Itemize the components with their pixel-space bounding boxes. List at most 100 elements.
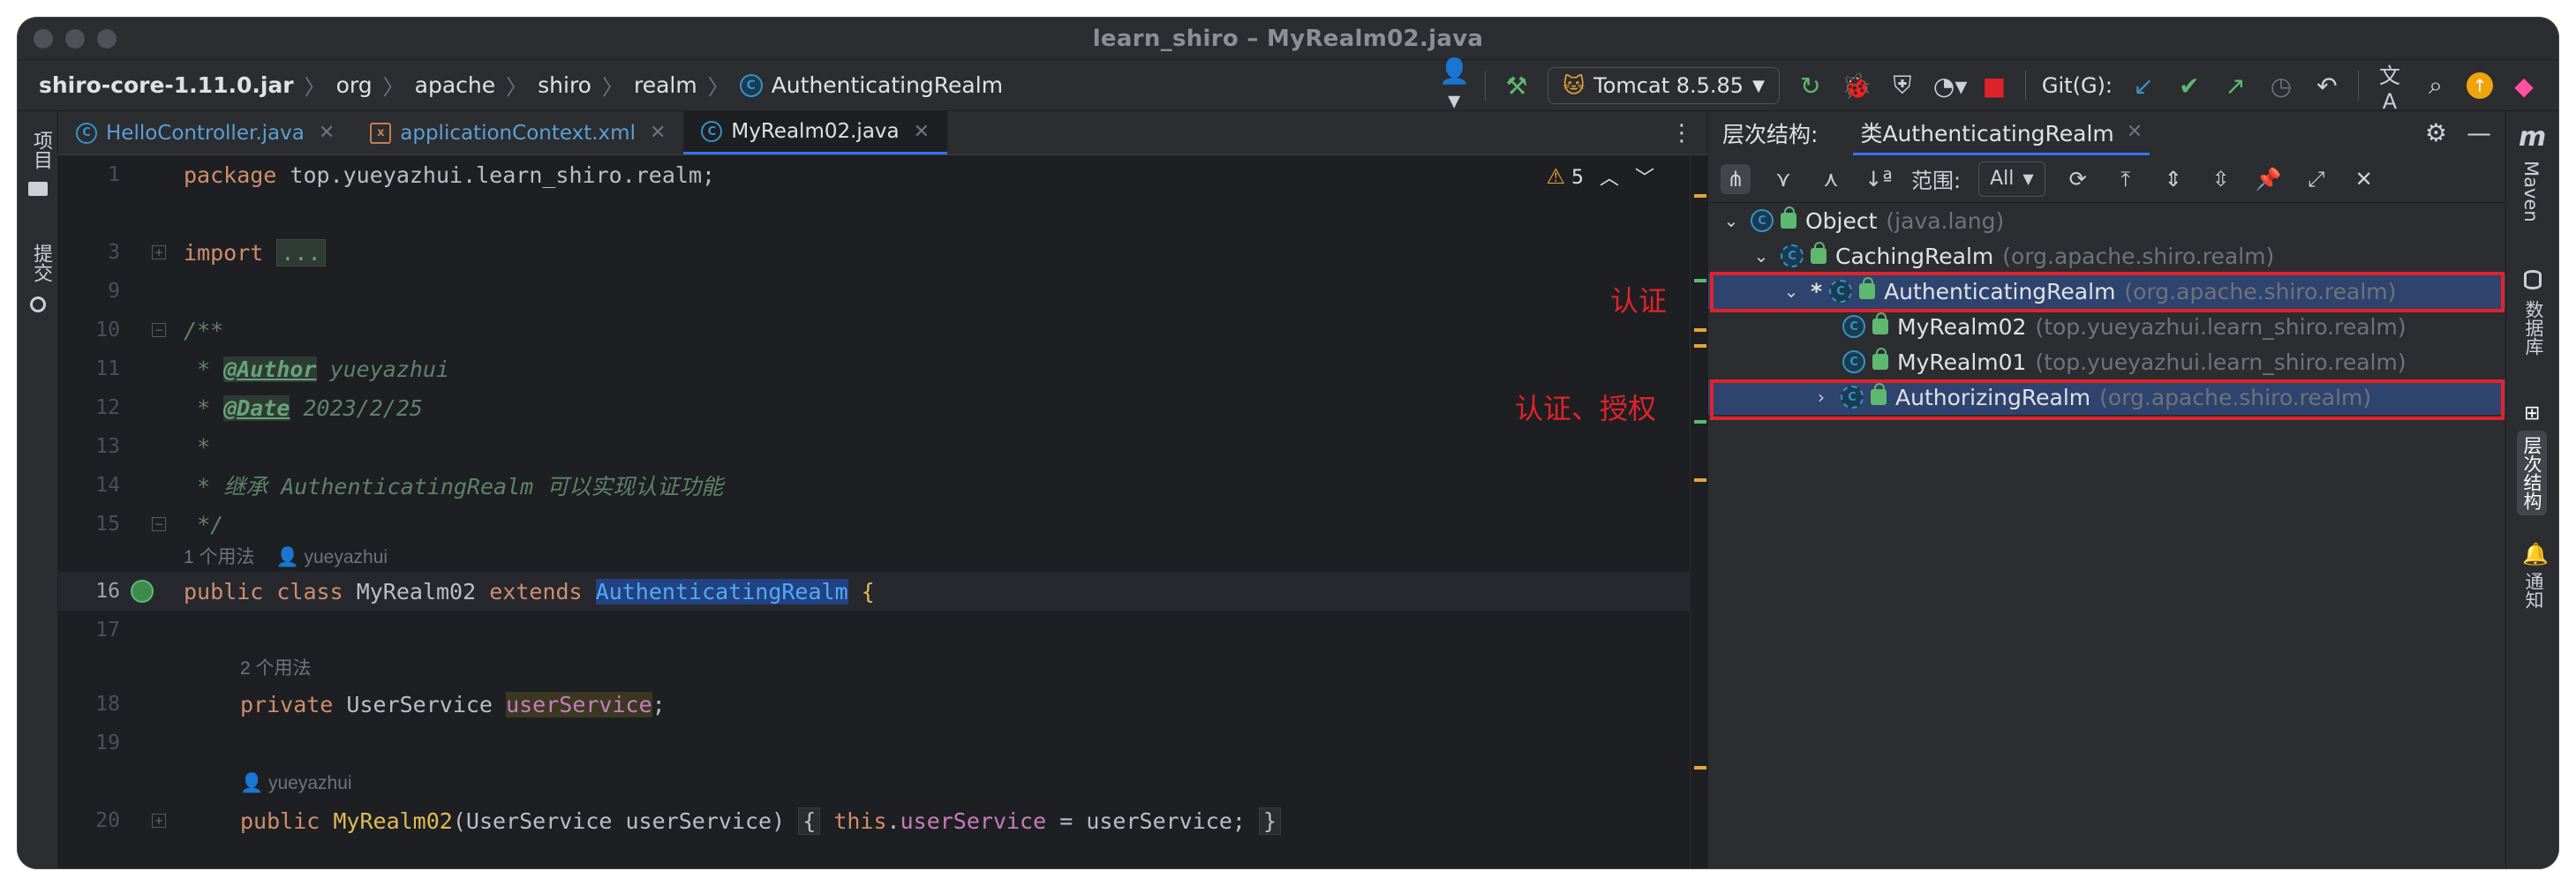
field-name[interactable]: userService — [506, 691, 652, 717]
close-window-button[interactable] — [34, 29, 53, 49]
folded-body-open[interactable]: { — [798, 807, 821, 835]
git-history-icon[interactable]: ◷ — [2266, 71, 2296, 101]
line-number: 10 — [95, 319, 120, 342]
pin-icon[interactable]: 📌 — [2254, 164, 2284, 194]
folded-imports[interactable]: ... — [276, 238, 326, 267]
translate-icon[interactable]: 文A — [2375, 58, 2405, 114]
tab-label: MyRealm02.java — [731, 120, 900, 143]
tab-application-context[interactable]: x applicationContext.xml ✕ — [352, 111, 683, 154]
minimize-window-button[interactable] — [65, 29, 85, 49]
database-tool-button[interactable]: 数据库 — [2520, 300, 2547, 356]
hierarchy-tool-button[interactable]: 层次结构 — [2517, 431, 2547, 515]
maven-logo-icon[interactable]: m — [2519, 122, 2546, 153]
type-hierarchy-icon[interactable]: ⋔ — [1721, 163, 1751, 194]
toolbar-divider — [2024, 71, 2026, 101]
breadcrumb-item-org[interactable]: org — [336, 72, 373, 98]
run-configuration-select[interactable]: 🐱 Tomcat 8.5.85 ▼ — [1548, 67, 1780, 104]
breadcrumb-item-jar[interactable]: shiro-core-1.11.0.jar — [39, 72, 294, 98]
usages-hint[interactable]: 2 个用法 — [240, 654, 312, 680]
hierarchy-header: 层次结构: 类AuthenticatingRealm ✕ ⚙ — — [1708, 111, 2505, 155]
warning-marker[interactable] — [1694, 344, 1706, 348]
notifications-tool-button[interactable]: 通知 — [2520, 572, 2547, 609]
profile-icon[interactable]: ◔▾ — [1933, 71, 1968, 101]
parameter-list: (UserService userService) — [452, 807, 799, 834]
code-line: 11 * @Author yueyazhui — [58, 349, 1700, 388]
folder-icon — [28, 182, 48, 196]
fold-collapse-icon[interactable]: − — [152, 323, 166, 337]
code-line: 19 — [58, 724, 1700, 762]
supertypes-hierarchy-icon[interactable]: ⋎ — [1768, 164, 1798, 194]
close-icon[interactable]: ✕ — [2349, 164, 2379, 194]
project-tool-button[interactable]: 项目 — [26, 131, 55, 169]
scope-label: 范围: — [1911, 169, 1962, 193]
parent-class-reference[interactable]: AuthenticatingRealm — [595, 578, 848, 604]
update-available-icon[interactable]: ↑ — [2467, 72, 2493, 99]
debug-bug-icon[interactable]: 🐞 — [1842, 71, 1872, 101]
chevron-down-icon[interactable]: ⌄ — [1751, 245, 1772, 267]
usages-hint[interactable]: 1 个用法 👤 yueyazhui — [184, 543, 388, 569]
search-icon[interactable]: ⌕ — [2421, 71, 2451, 101]
project-tool-label: 项目 — [30, 131, 52, 169]
minimize-icon[interactable]: — — [2467, 118, 2491, 147]
breadcrumb-item-realm[interactable]: realm — [634, 72, 697, 98]
code-line: 1 package top.yueyazhui.learn_shiro.real… — [58, 155, 1700, 194]
keyword: extends — [489, 578, 583, 604]
breadcrumb-item-apache[interactable]: apache — [415, 72, 495, 98]
change-marker[interactable] — [1694, 279, 1706, 282]
folded-body-close[interactable]: } — [1259, 807, 1282, 835]
code-area[interactable]: ⚠ 5 ︿ ﹀ 1 package top.yueyazhui.learn_sh… — [58, 155, 1707, 868]
export-icon[interactable]: ⤒ — [2111, 164, 2141, 194]
gear-icon[interactable]: ⚙ — [2425, 118, 2447, 147]
warning-marker[interactable] — [1694, 478, 1706, 482]
author-hint[interactable]: 👤 yueyazhui — [240, 773, 352, 794]
tree-node-object[interactable]: ⌄ C Object (java.lang) — [1708, 203, 2506, 238]
tree-node-my-realm01[interactable]: C MyRealm01 (top.yueyazhui.learn_shiro.r… — [1708, 344, 2506, 379]
collapse-all-icon[interactable]: ⇳ — [2206, 164, 2236, 194]
maven-tool-button[interactable]: Maven — [2520, 161, 2542, 222]
javadoc-value: yueyazhui — [316, 356, 450, 382]
commit-tool-button[interactable]: 提交 — [26, 244, 55, 282]
tab-hello-controller[interactable]: C HelloController.java ✕ — [58, 111, 352, 154]
toolbar-divider — [1485, 71, 1487, 101]
git-commit-icon[interactable]: ✔ — [2174, 71, 2204, 101]
warning-marker[interactable] — [1694, 328, 1706, 332]
change-marker[interactable] — [1694, 420, 1706, 424]
breadcrumb-item-class[interactable]: C AuthenticatingRealm — [739, 72, 1003, 98]
chevron-right-icon: 〉 — [304, 75, 326, 100]
git-rollback-icon[interactable]: ↶ — [2312, 71, 2342, 101]
tab-my-realm02[interactable]: C MyRealm02.java ✕ — [683, 111, 948, 154]
close-icon[interactable]: ✕ — [650, 122, 666, 144]
warning-marker[interactable] — [1694, 194, 1706, 198]
ide-logo-icon[interactable]: ◆ — [2509, 71, 2539, 101]
fold-expand-icon[interactable]: + — [152, 245, 166, 259]
expand-all-icon[interactable]: ⇕ — [2158, 164, 2188, 194]
coverage-shield-icon[interactable]: ⛨ — [1887, 71, 1917, 101]
subtypes-hierarchy-icon[interactable]: ⋏ — [1816, 164, 1846, 194]
close-icon[interactable]: ✕ — [914, 121, 930, 143]
refresh-icon[interactable]: ⟳ — [2063, 164, 2093, 194]
rerun-icon[interactable]: ↻ — [1796, 71, 1826, 101]
hierarchy-tab[interactable]: 类AuthenticatingRealm ✕ — [1853, 111, 2150, 155]
fold-collapse-icon[interactable]: + — [152, 814, 166, 828]
chevron-down-icon[interactable]: ⌄ — [1721, 210, 1742, 231]
warning-marker[interactable] — [1694, 766, 1706, 770]
breadcrumb-item-shiro[interactable]: shiro — [538, 72, 591, 98]
scope-select[interactable]: All ▼ — [1978, 161, 2045, 197]
code-line: 12 * @Date 2023/2/25 — [58, 388, 1700, 427]
spring-bean-icon[interactable] — [131, 580, 154, 603]
tree-node-my-realm02[interactable]: C MyRealm02 (top.yueyazhui.learn_shiro.r… — [1708, 309, 2506, 344]
git-push-icon[interactable]: ↗ — [2220, 71, 2250, 101]
tree-node-caching-realm[interactable]: ⌄ C CachingRealm (org.apache.shiro.realm… — [1708, 238, 2506, 274]
zoom-window-button[interactable] — [97, 29, 117, 49]
more-tabs-icon[interactable]: ⋮ — [1670, 120, 1693, 146]
close-icon[interactable]: ✕ — [2127, 121, 2143, 143]
open-in-window-icon[interactable]: ⤢ — [2301, 164, 2331, 194]
stop-icon[interactable]: ■ — [1979, 71, 2009, 101]
editor-scrollbar[interactable] — [1690, 155, 1707, 868]
close-icon[interactable]: ✕ — [319, 122, 335, 144]
git-update-icon[interactable]: ↙ — [2128, 71, 2158, 101]
sort-alphabetically-icon[interactable]: ↓ª — [1864, 164, 1894, 194]
user-account-icon[interactable]: 👤▾ — [1439, 56, 1470, 115]
build-hammer-icon[interactable]: ⚒ — [1502, 71, 1532, 101]
fold-end-icon[interactable]: − — [152, 517, 166, 531]
